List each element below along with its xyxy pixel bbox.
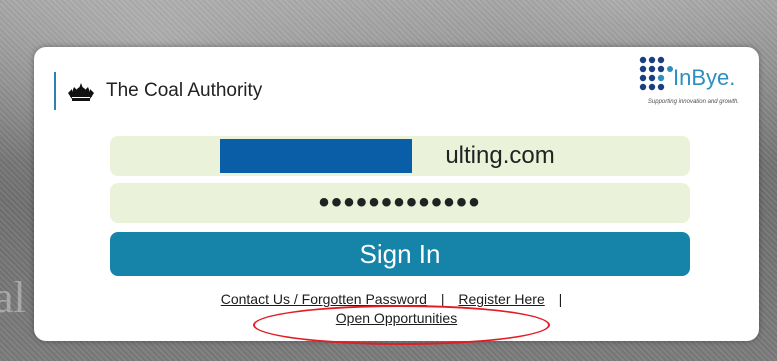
inbye-wordmark: InBye.	[673, 65, 736, 90]
background-text-fragment: al	[0, 273, 26, 322]
login-card: The Coal Authority InBye. Supporting inn…	[34, 47, 759, 345]
redaction-box	[220, 139, 412, 173]
link-separator-trailing: |	[558, 291, 563, 307]
email-field[interactable]: ne ulting.com	[110, 136, 690, 176]
inbye-logo: InBye. Supporting innovation and growth.	[635, 55, 745, 115]
sign-in-button[interactable]: Sign In	[110, 232, 690, 276]
password-value: •••••••••••••	[318, 186, 482, 219]
brand-name: The Coal Authority	[106, 80, 263, 101]
royal-crest-icon	[68, 83, 94, 101]
register-link[interactable]: Register Here	[458, 291, 544, 307]
coal-authority-logo: The Coal Authority	[54, 72, 262, 110]
password-field[interactable]: •••••••••••••	[110, 183, 690, 223]
red-highlight-annotation	[253, 305, 550, 345]
link-separator: |	[440, 291, 445, 307]
sign-in-label: Sign In	[359, 238, 441, 269]
inbye-tagline: Supporting innovation and growth.	[647, 99, 739, 105]
inbye-dots-logo-icon	[639, 56, 673, 91]
